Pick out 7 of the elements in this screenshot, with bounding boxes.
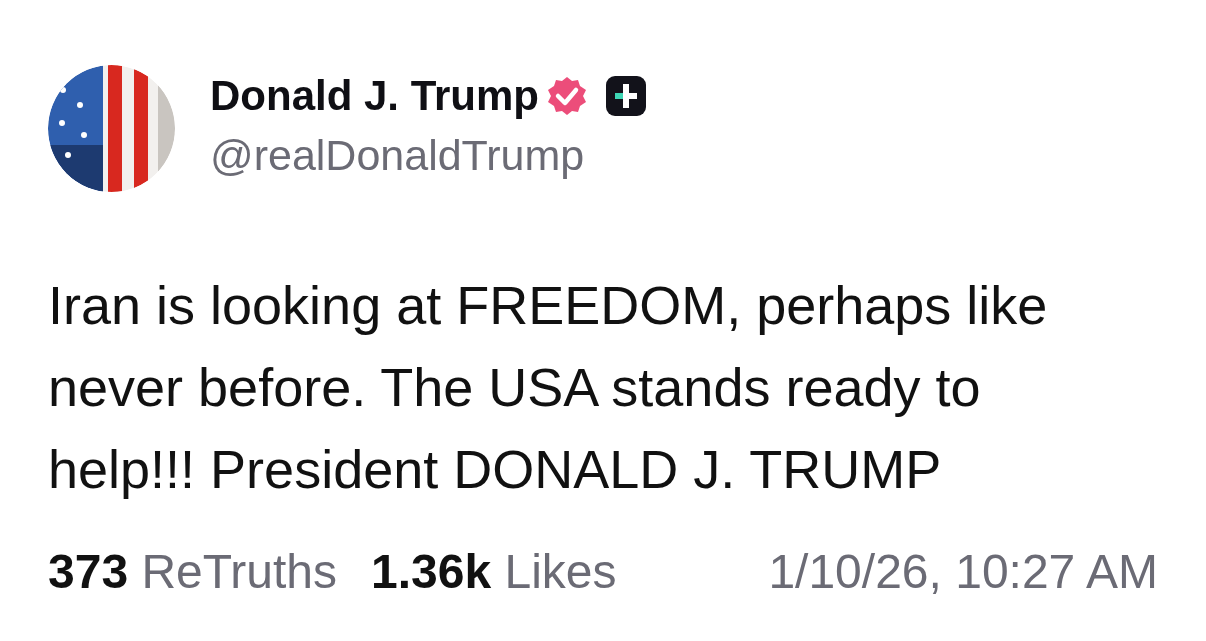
author-name[interactable]: Donald J. Trump — [210, 74, 540, 117]
post-text: Iran is looking at FREEDOM, perhaps like never before. The USA stands ready to help!!! President DONALD J. TRUMP — [48, 274, 1049, 501]
post-stat[interactable]: 1.36k Likes — [371, 536, 617, 608]
plus-badge-icon — [605, 74, 648, 117]
author-handle: @realDonaldTrump — [210, 129, 586, 181]
post-stat[interactable]: 373 ReTruths — [48, 536, 338, 608]
post-timestamp: 1/10/26, 10:27 AM — [768, 544, 1158, 600]
